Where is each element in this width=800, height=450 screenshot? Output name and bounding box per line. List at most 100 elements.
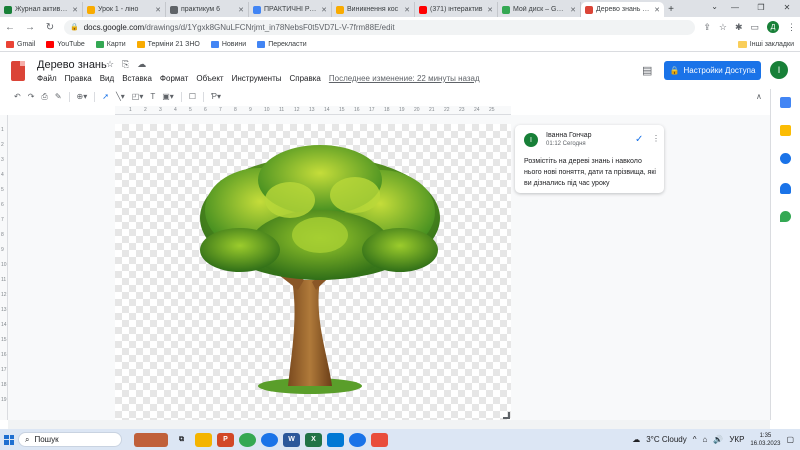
task-view-icon[interactable]: ⧉ <box>173 433 190 447</box>
menu-object[interactable]: Объект <box>196 74 223 83</box>
chrome-app-icon[interactable] <box>349 432 366 447</box>
menu-dots-icon[interactable]: ⋮ <box>787 22 796 33</box>
volume-icon[interactable]: 🔊 <box>713 435 723 444</box>
line-tool-icon[interactable]: ╲▾ <box>116 92 125 101</box>
tab-vynyknennia[interactable]: Виникнення кос ✕ <box>332 2 415 17</box>
start-button[interactable] <box>0 429 18 450</box>
tab-youtube[interactable]: (371) інтерактив ✕ <box>415 2 498 17</box>
menu-tools[interactable]: Инструменты <box>232 74 282 83</box>
zoom-icon[interactable]: ⊕▾ <box>77 92 88 101</box>
search-highlight-icon[interactable] <box>134 432 168 447</box>
url-field[interactable]: 🔒 docs.google.com/drawings/d/1Ygxk8GNuLF… <box>64 19 696 35</box>
maps-icon[interactable] <box>780 211 791 222</box>
minimize-icon[interactable]: — <box>722 0 748 15</box>
close-icon[interactable]: ✕ <box>155 6 161 14</box>
image-icon[interactable]: ▣▾ <box>162 92 174 101</box>
other-bookmarks[interactable]: Інші закладки <box>737 40 794 48</box>
menu-insert[interactable]: Вставка <box>122 74 152 83</box>
clock[interactable]: 1:35 16.03.2023 <box>750 432 780 448</box>
shape-tool-icon[interactable]: ◰▾ <box>132 92 144 101</box>
menu-help[interactable]: Справка <box>289 74 320 83</box>
star-icon[interactable]: ☆ <box>106 59 114 70</box>
bookmark-star-icon[interactable]: ☆ <box>719 22 727 33</box>
redo-icon[interactable]: ↷ <box>28 92 35 101</box>
extensions-icon[interactable]: ✱ <box>735 22 743 33</box>
excel-icon[interactable]: X <box>305 432 322 447</box>
lock-icon[interactable]: 🔒 <box>70 23 79 31</box>
contacts-icon[interactable] <box>780 183 791 194</box>
close-icon[interactable]: ✕ <box>321 6 327 14</box>
share-page-icon[interactable]: ⇪ <box>703 22 711 33</box>
undo-icon[interactable]: ↶ <box>14 92 21 101</box>
tab-praktychni[interactable]: ПРАКТИЧНІ РОБ ✕ <box>249 2 332 17</box>
resize-handle[interactable] <box>503 412 510 419</box>
text-box-icon[interactable]: T <box>150 92 155 101</box>
weather-text[interactable]: 3°C Cloudy <box>646 435 687 444</box>
maximize-icon[interactable]: ❐ <box>748 0 774 15</box>
close-icon[interactable]: ✕ <box>72 6 78 14</box>
bookmark-youtube[interactable]: YouTube <box>46 40 85 48</box>
network-icon[interactable]: ⌂ <box>703 435 708 444</box>
pen-tool-icon[interactable]: Ƥ▾ <box>211 92 221 101</box>
print-icon[interactable]: ⎙ <box>41 92 47 102</box>
menu-file[interactable]: Файл <box>37 74 57 83</box>
comment-card[interactable]: І Іванна Гончар 01:12 Сегодня ✓ ⋮ Розміс… <box>515 125 664 193</box>
weather-icon[interactable]: ☁ <box>632 435 640 444</box>
tab-praktykum[interactable]: практикум 6 ✕ <box>166 2 249 17</box>
tasks-icon[interactable] <box>780 153 791 164</box>
comment-history-icon[interactable]: ▤ <box>642 64 652 77</box>
menu-format[interactable]: Формат <box>160 74 188 83</box>
close-window-icon[interactable]: ✕ <box>774 0 800 15</box>
chrome-icon[interactable] <box>239 432 256 447</box>
resolve-check-icon[interactable]: ✓ <box>635 134 643 145</box>
notifications-icon[interactable]: ▢ <box>786 435 794 444</box>
tab-drive[interactable]: Мой диск – Goog ✕ <box>498 2 581 17</box>
add-comment-icon[interactable]: ☐ <box>189 92 196 101</box>
bookmark-gmail[interactable]: Gmail <box>6 40 35 48</box>
calendar-icon[interactable] <box>780 97 791 108</box>
word-icon[interactable]: W <box>283 432 300 447</box>
profile-avatar[interactable]: Д <box>767 21 779 33</box>
cloud-status-icon[interactable]: ☁ <box>137 59 146 70</box>
tab-search-icon[interactable]: ⌄ <box>711 2 718 11</box>
move-folder-icon[interactable]: ⎘ <box>122 59 129 70</box>
tab-derevo-znan[interactable]: Дерево знань - G ✕ <box>581 2 664 17</box>
select-cursor-icon[interactable]: ➚ <box>102 92 109 101</box>
bookmark-translate[interactable]: Перекласти <box>257 40 307 48</box>
new-tab-button[interactable]: + <box>664 2 678 17</box>
menu-view[interactable]: Вид <box>100 74 114 83</box>
taskbar-search[interactable]: ⌕ Пошук <box>18 432 122 447</box>
zoom-icon[interactable] <box>261 432 278 447</box>
photos-icon[interactable] <box>327 432 344 447</box>
close-icon[interactable]: ✕ <box>404 6 410 14</box>
tray-chevron-icon[interactable]: ^ <box>693 435 697 444</box>
bookmark-news[interactable]: Новини <box>210 40 246 48</box>
collapse-toolbar-icon[interactable]: ∧ <box>756 92 762 101</box>
vertical-ruler[interactable]: 1 2 3 4 5 6 7 8 9 10 11 12 13 14 15 16 17 18 19 <box>0 115 8 420</box>
notifications-app-icon[interactable] <box>371 432 388 447</box>
powerpoint-icon[interactable]: P <box>217 432 234 447</box>
reload-icon[interactable]: ↻ <box>44 22 56 33</box>
tab-zhurnal[interactable]: Журнал активнос ✕ <box>0 2 83 17</box>
drawings-logo-icon[interactable] <box>11 61 25 81</box>
horizontal-scrollbar[interactable] <box>8 420 770 429</box>
keep-icon[interactable] <box>780 125 791 136</box>
document-title[interactable]: Дерево знань <box>37 59 107 71</box>
more-options-icon[interactable]: ⋮ <box>652 134 660 143</box>
language-indicator[interactable]: УКР <box>729 435 744 444</box>
file-explorer-icon[interactable] <box>195 432 212 447</box>
sidebar-icon[interactable]: ▭ <box>750 22 759 33</box>
tree-image[interactable] <box>180 140 450 400</box>
close-icon[interactable]: ✕ <box>487 6 493 14</box>
share-button[interactable]: 🔒 Настройки Доступа <box>664 61 761 80</box>
menu-edit[interactable]: Правка <box>65 74 92 83</box>
paint-format-icon[interactable]: ✎ <box>55 92 62 101</box>
last-edit-link[interactable]: Последнее изменение: 22 минуты назад <box>329 74 480 83</box>
tab-urok[interactable]: Урок 1 - ліно ✕ <box>83 2 166 17</box>
close-icon[interactable]: ✕ <box>654 6 660 14</box>
bookmark-maps[interactable]: Карти <box>95 40 126 48</box>
close-icon[interactable]: ✕ <box>570 6 576 14</box>
bookmark-terminy[interactable]: Терміни 21 ЗНО <box>136 40 200 48</box>
forward-icon[interactable]: → <box>24 22 36 33</box>
user-avatar[interactable]: І <box>770 61 788 79</box>
